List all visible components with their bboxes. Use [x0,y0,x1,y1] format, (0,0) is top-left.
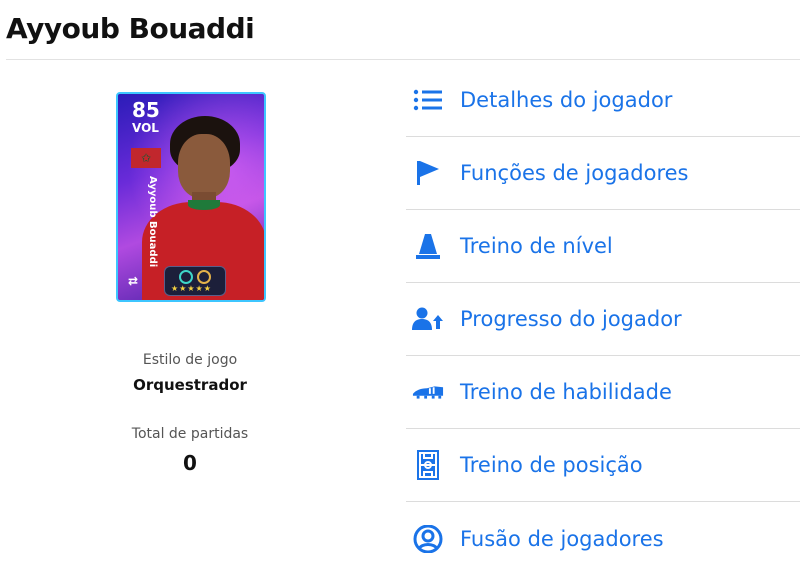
badge-ring-icon [197,270,211,284]
card-position: VOL [132,121,159,135]
menu-item-label: Fusão de jogadores [460,526,664,551]
header-divider [6,59,800,60]
player-face [178,134,230,198]
playstyle-value: Orquestrador [133,376,247,394]
menu-item-player-roles[interactable]: Funções de jogadores [406,137,800,210]
playstyle-label: Estilo de jogo [142,352,238,368]
player-card: 85 VOL ✩ Ayyoub Bouaddi ⇄ ★★★★★ [116,92,266,302]
morocco-flag-icon: ✩ [131,148,161,168]
cone-icon [412,232,444,260]
menu-item-label: Treino de posição [460,453,643,477]
user-circle-icon [412,524,444,553]
player-menu: Detalhes do jogador Funções de jogadores… [406,64,800,562]
menu-item-level-training[interactable]: Treino de nível [406,210,800,283]
card-badge: ★★★★★ [164,266,226,296]
menu-item-label: Treino de nível [460,234,613,258]
menu-item-label: Treino de habilidade [460,380,672,404]
menu-item-label: Detalhes do jogador [460,88,673,112]
card-vertical-name: Ayyoub Bouaddi [147,176,158,268]
menu-item-skill-training[interactable]: Treino de habilidade [406,356,800,429]
list-icon [412,86,444,114]
badge-ring-icon [179,270,193,284]
card-stars: ★★★★★ [171,284,212,293]
menu-item-label: Funções de jogadores [460,161,689,185]
swap-icon: ⇄ [128,274,139,288]
page-title: Ayyoub Bouaddi [6,12,255,45]
person-up-icon [412,305,444,333]
card-rating: 85 [132,98,160,122]
matches-label: Total de partidas [131,426,249,442]
menu-item-position-training[interactable]: Treino de posição [406,429,800,502]
matches-value: 0 [183,451,197,475]
menu-item-player-details[interactable]: Detalhes do jogador [406,64,800,137]
player-collar [188,200,220,210]
boot-icon [412,378,444,406]
pitch-icon [412,450,444,480]
menu-item-label: Progresso do jogador [460,307,682,331]
flag-icon [412,159,444,187]
menu-item-player-progress[interactable]: Progresso do jogador [406,283,800,356]
menu-item-player-fusion[interactable]: Fusão de jogadores [406,502,800,562]
